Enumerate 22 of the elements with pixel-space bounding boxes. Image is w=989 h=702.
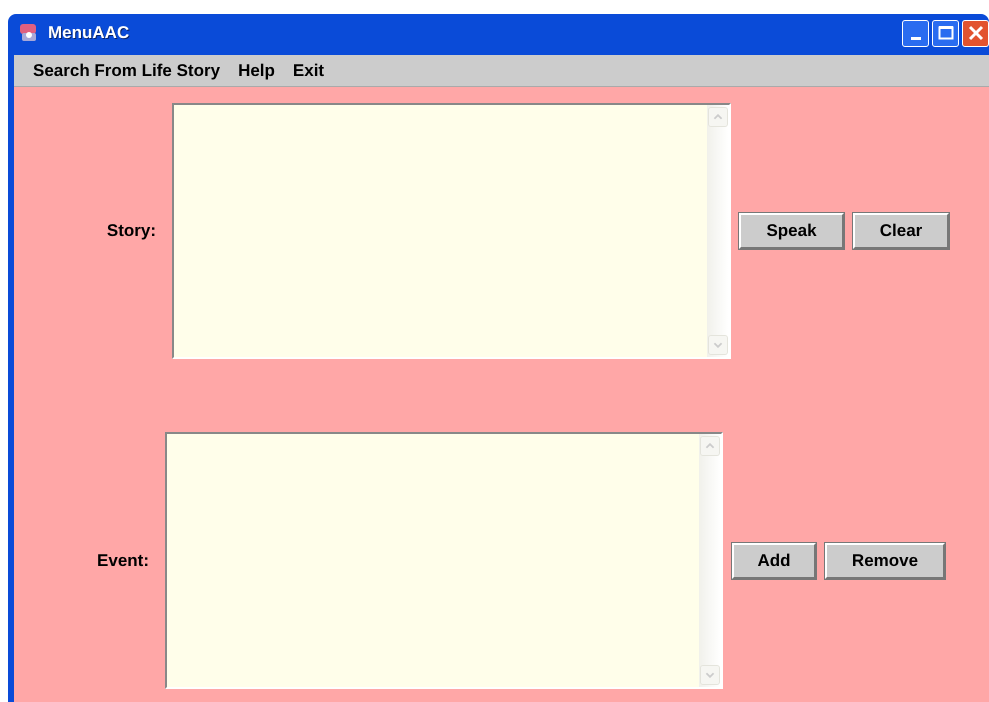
action-button[interactable]: Add <box>732 542 816 578</box>
menu-item[interactable]: Search From Life Story <box>33 58 220 84</box>
text-area[interactable] <box>165 432 723 689</box>
menu-item[interactable]: Help <box>238 58 275 84</box>
scroll-up-icon[interactable] <box>700 436 720 456</box>
scroll-down-icon[interactable] <box>700 665 720 685</box>
close-icon <box>968 25 984 41</box>
text-area[interactable] <box>172 103 731 359</box>
action-button[interactable]: Remove <box>825 542 945 578</box>
minimize-icon <box>910 36 920 40</box>
scroll-down-icon[interactable] <box>708 335 728 355</box>
maximize-icon <box>938 25 954 41</box>
minimize-button[interactable] <box>902 20 929 46</box>
scroll-up-icon[interactable] <box>708 107 728 127</box>
menu-item[interactable]: Exit <box>292 58 324 84</box>
close-button[interactable] <box>962 20 989 46</box>
field-label: Event: <box>97 550 149 572</box>
action-button[interactable]: Clear <box>853 213 949 249</box>
action-button[interactable]: Speak <box>739 213 844 249</box>
maximize-button[interactable] <box>932 20 959 46</box>
field-label: Story: <box>106 220 156 242</box>
window-title: MenuAAC <box>48 22 130 44</box>
